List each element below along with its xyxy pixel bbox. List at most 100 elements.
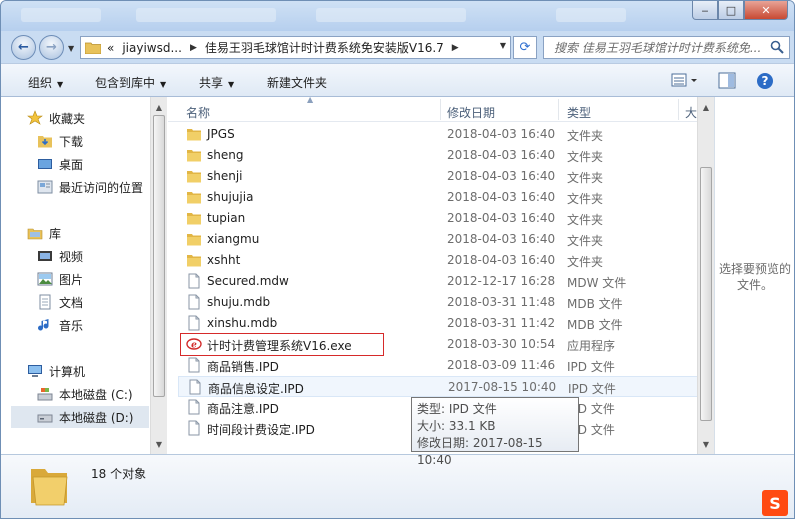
forward-button[interactable]: → (39, 35, 64, 60)
sidebar-item-label: 下载 (59, 134, 84, 149)
file-type: IPD 文件 (568, 382, 616, 396)
scroll-down-icon[interactable]: ▼ (151, 436, 167, 452)
address-dropdown-icon[interactable]: ▼ (500, 41, 506, 50)
search-icon[interactable] (770, 40, 784, 54)
file-type: 文件夹 (567, 129, 604, 143)
sidebar-item-documents[interactable]: 文档 (37, 291, 147, 313)
column-date-modified[interactable]: 修改日期 (447, 104, 495, 121)
folder-icon (186, 252, 202, 268)
video-library-icon (37, 248, 53, 264)
folder-icon (186, 126, 202, 142)
back-button[interactable]: ← (11, 35, 36, 60)
organize-menu[interactable]: 组织 ▼ (28, 74, 63, 91)
file-row[interactable]: 商品信息设定.IPD 2017-08-15 10:40 IPD 文件 (178, 376, 698, 397)
preview-pane-icon[interactable] (718, 72, 736, 90)
folder-icon (186, 189, 202, 205)
sidebar-scrollbar[interactable]: ▲ ▼ (150, 97, 167, 454)
recent-pages-dropdown[interactable]: ▼ (68, 44, 74, 53)
sidebar-libraries[interactable]: 库 (27, 222, 147, 244)
scroll-thumb[interactable] (700, 167, 712, 421)
sidebar-favorites[interactable]: 收藏夹 (27, 107, 147, 129)
sidebar-item-drive-d[interactable]: 本地磁盘 (D:) (11, 406, 149, 428)
file-type: MDB 文件 (567, 318, 623, 332)
drive-d-icon (37, 409, 53, 425)
file-icon (186, 315, 202, 331)
sidebar-item-label: 视频 (59, 249, 84, 264)
file-date-modified: 2018-04-03 16:40 (447, 127, 556, 141)
file-type: MDB 文件 (567, 297, 623, 311)
file-row[interactable]: sheng 2018-04-03 16:40 文件夹 (178, 145, 698, 166)
scroll-up-icon[interactable]: ▲ (151, 99, 167, 115)
file-name: JPGS (207, 127, 235, 141)
address-bar[interactable]: « jiayiwsd... ▶ 佳易王羽毛球馆计时计费系统免安装版V16.7 ▶… (80, 36, 511, 59)
file-name: 时间段计费设定.IPD (207, 423, 315, 437)
help-icon[interactable]: ? (756, 72, 774, 90)
tooltip-size: 大小: 33.1 KB (417, 419, 496, 433)
view-options-icon[interactable] (671, 72, 701, 90)
file-icon (186, 273, 202, 289)
file-row[interactable]: xshht 2018-04-03 16:40 文件夹 (178, 250, 698, 271)
file-row[interactable]: xiangmu 2018-04-03 16:40 文件夹 (178, 229, 698, 250)
sidebar-computer[interactable]: 计算机 (27, 360, 147, 382)
file-date-modified: 2018-03-30 10:54 (447, 337, 556, 351)
address-segment[interactable]: 佳易王羽毛球馆计时计费系统免安装版V16.7 (205, 39, 444, 56)
maximize-button[interactable]: □ (718, 1, 744, 20)
file-row[interactable]: xinshu.mdb 2018-03-31 11:42 MDB 文件 (178, 313, 698, 334)
column-divider[interactable] (440, 99, 441, 120)
highlight-box (180, 333, 384, 356)
file-row[interactable]: JPGS 2018-04-03 16:40 文件夹 (178, 124, 698, 145)
file-row[interactable]: tupian 2018-04-03 16:40 文件夹 (178, 208, 698, 229)
file-row[interactable]: e 计时计费管理系统V16.exe 2018-03-30 10:54 应用程序 (178, 333, 698, 356)
details-pane: 18 个对象 S (1, 454, 794, 518)
file-name: 商品销售.IPD (207, 360, 279, 374)
scroll-thumb[interactable] (153, 115, 165, 397)
include-in-library-label: 包含到库中 (95, 76, 156, 90)
file-date-modified: 2018-04-03 16:40 (447, 211, 556, 225)
file-date-modified: 2018-04-03 16:40 (447, 169, 556, 183)
music-library-icon (37, 317, 53, 333)
recent-places-icon (37, 179, 53, 195)
sidebar-item-label: 本地磁盘 (C:) (59, 387, 133, 402)
sidebar-item-drive-c[interactable]: 本地磁盘 (C:) (37, 383, 149, 405)
download-folder-icon (37, 133, 53, 149)
sidebar-item-videos[interactable]: 视频 (37, 245, 147, 267)
sidebar-item-label: 图片 (59, 272, 84, 287)
column-size[interactable]: 大 (685, 104, 697, 121)
chevron-right-icon[interactable]: ▶ (452, 43, 459, 53)
share-menu[interactable]: 共享 ▼ (199, 74, 234, 91)
search-input[interactable]: 搜索 佳易王羽毛球馆计时计费系统免... (543, 36, 790, 59)
folder-icon (186, 168, 202, 184)
new-folder-button[interactable]: 新建文件夹 (267, 74, 327, 91)
column-divider[interactable] (558, 99, 559, 120)
file-row[interactable]: shuju.mdb 2018-03-31 11:48 MDB 文件 (178, 292, 698, 313)
column-divider[interactable] (678, 99, 679, 120)
column-type[interactable]: 类型 (567, 104, 591, 121)
tooltip-date: 修改日期: 2017-08-15 10:40 (417, 436, 543, 467)
refresh-button[interactable]: ⟳ (513, 36, 537, 59)
sidebar-item-music[interactable]: 音乐 (37, 314, 147, 336)
file-type: 文件夹 (567, 234, 604, 248)
scroll-down-icon[interactable]: ▼ (698, 436, 714, 452)
scroll-up-icon[interactable]: ▲ (698, 99, 714, 115)
file-list-scrollbar[interactable]: ▲ ▼ (697, 97, 714, 454)
folder-icon (186, 231, 202, 247)
file-date-modified: 2018-03-31 11:42 (447, 316, 556, 330)
sidebar-item-desktop[interactable]: 桌面 (37, 153, 147, 175)
column-name[interactable]: 名称 (186, 104, 210, 121)
sidebar-favorites-label: 收藏夹 (49, 111, 86, 126)
address-prefix[interactable]: « (107, 41, 114, 55)
desktop-icon (37, 156, 53, 172)
chevron-right-icon[interactable]: ▶ (190, 43, 197, 53)
address-segment[interactable]: jiayiwsd... (122, 41, 182, 55)
sidebar-item-downloads[interactable]: 下载 (37, 130, 147, 152)
sidebar-item-pictures[interactable]: 图片 (37, 268, 147, 290)
sidebar-item-recent-places[interactable]: 最近访问的位置 (37, 176, 151, 198)
file-row[interactable]: 商品销售.IPD 2018-03-09 11:46 IPD 文件 (178, 355, 698, 376)
include-in-library-menu[interactable]: 包含到库中 ▼ (95, 74, 166, 91)
minimize-button[interactable]: ‒ (692, 1, 718, 20)
file-row[interactable]: shujujia 2018-04-03 16:40 文件夹 (178, 187, 698, 208)
file-row[interactable]: Secured.mdw 2012-12-17 16:28 MDW 文件 (178, 271, 698, 292)
close-button[interactable]: ✕ (744, 1, 788, 20)
file-type: 文件夹 (567, 150, 604, 164)
file-row[interactable]: shenji 2018-04-03 16:40 文件夹 (178, 166, 698, 187)
